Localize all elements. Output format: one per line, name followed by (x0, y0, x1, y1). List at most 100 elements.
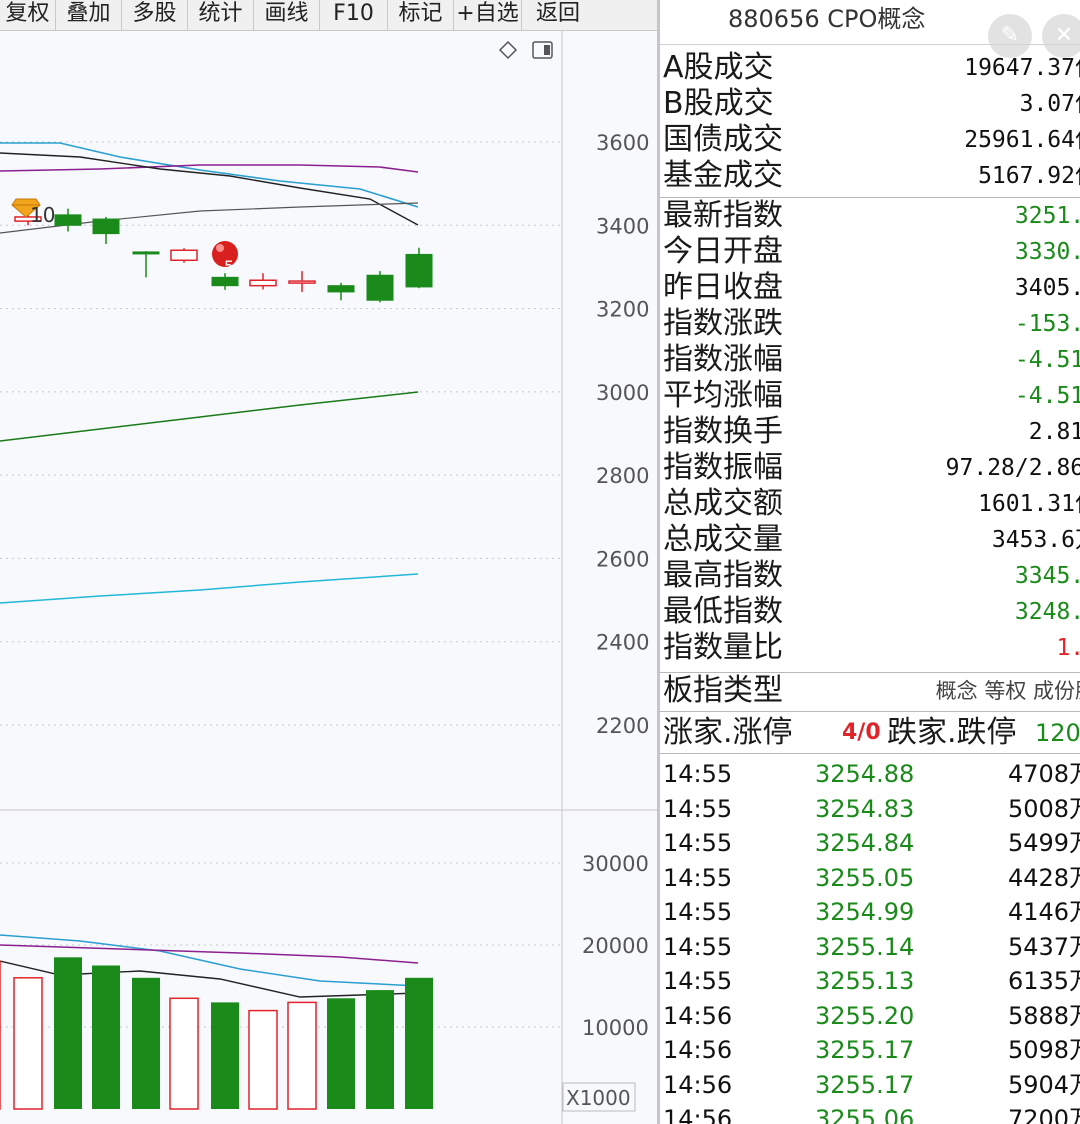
stat-label: 最高指数 (663, 558, 783, 593)
toolbar-button-stats[interactable]: 统计 (188, 0, 254, 30)
toolbar-button-overlay[interactable]: 叠加 (56, 0, 122, 30)
tick-time: 14:55 (663, 760, 733, 788)
stat-value: 3345.8 (1014, 563, 1080, 589)
breadth-row: 涨家.涨停 4/0 跌家.跌停 120 (660, 715, 1080, 751)
stat-value: 3248.5 (1014, 599, 1080, 625)
stat-row: 最高指数 3345.8 (660, 558, 1080, 594)
panel-toggle-icon[interactable] (532, 41, 553, 59)
stat-value: 3330.0 (1014, 239, 1080, 265)
stat-row: 国债成交 25961.64亿 (660, 122, 1080, 158)
toolbar-button-draw[interactable]: 画线 (254, 0, 320, 30)
stat-row: 基金成交 5167.92亿 (660, 158, 1080, 194)
tick-volume: 4708万 (1008, 760, 1080, 788)
tick-price: 3255.06 (815, 1105, 915, 1124)
stat-value: 3405.4 (1014, 275, 1080, 301)
price-axis-label: 3400 (596, 214, 649, 238)
volume-bar (13, 977, 43, 1110)
tick-row: 14:55 3255.13 6135万 (660, 964, 1080, 998)
price-axis-label: 3200 (596, 298, 649, 322)
stat-label: 指数涨幅 (663, 342, 783, 377)
stat-label: 最新指数 (663, 198, 783, 233)
candle[interactable] (170, 248, 198, 263)
tick-price: 3255.17 (815, 1070, 915, 1099)
candle[interactable] (249, 273, 277, 290)
quote-panel: 880656 CPO概念 ✎ ✕ A股成交19647.37亿B股成交3.07亿国… (660, 0, 1080, 1124)
tick-time: 14:55 (663, 794, 733, 823)
tick-volume: 4428万 (1008, 863, 1080, 892)
stat-label: 最低指数 (663, 594, 783, 629)
volume-bar (54, 957, 82, 1109)
kline-chart[interactable]: 10 5 3600 3400 3200 3000 2800 2600 2400 2200 30… (0, 31, 657, 1124)
stat-value: -153.7 (1014, 311, 1080, 337)
candle[interactable] (405, 247, 433, 289)
tick-volume: 4146万 (1008, 898, 1080, 926)
candle[interactable] (92, 216, 120, 245)
tick-volume: 5008万 (1008, 794, 1080, 823)
tick-volume: 6135万 (1008, 967, 1080, 995)
tick-time: 14:56 (663, 1105, 733, 1124)
toolbar-button-multi-stock[interactable]: 多股 (122, 0, 188, 30)
volume-axis-label: 20000 (582, 934, 649, 958)
tick-price: 3254.84 (815, 829, 915, 857)
toolbar-button-add-watchlist[interactable]: +自选 (454, 0, 522, 30)
stat-value: 3251.7 (1014, 203, 1080, 229)
tick-price: 3255.17 (815, 1036, 915, 1064)
tick-price: 3255.20 (815, 1001, 915, 1030)
candle[interactable] (54, 208, 82, 232)
advance-value: 4/0 (842, 720, 881, 745)
tick-volume: 7200万 (1008, 1105, 1080, 1124)
volume-bar (366, 990, 394, 1109)
volume-axis-label: 30000 (582, 852, 649, 876)
advance-label: 涨家.涨停 (663, 715, 793, 750)
stat-row: 最新指数 3251.7 (660, 198, 1080, 234)
price-axis-label: 2600 (596, 547, 649, 571)
red-ball-marker-label: 5 (224, 257, 234, 276)
stat-label: 昨日收盘 (663, 270, 783, 305)
tick-row: 14:56 3255.17 5904万 (660, 1068, 1080, 1102)
volume-axis-label: 10000 (582, 1016, 649, 1040)
candle[interactable] (288, 271, 316, 292)
tick-volume: 5888万 (1008, 1001, 1080, 1030)
tick-time: 14:56 (663, 1036, 733, 1064)
tick-price: 3255.05 (815, 863, 915, 892)
candle[interactable] (366, 271, 394, 303)
kline-chart-area[interactable]: 10 5 3600 3400 3200 3000 2800 2600 2400 2200 30… (0, 31, 657, 1124)
stat-value: 19647.37亿 (964, 55, 1080, 81)
tick-row: 14:55 3255.05 4428万 (660, 861, 1080, 895)
stat-value: 97.28/2.86% (945, 455, 1080, 481)
tick-price: 3254.83 (815, 794, 915, 823)
tick-price: 3254.99 (815, 898, 915, 926)
stat-value: 3.07亿 (1019, 91, 1080, 117)
stat-row: 最低指数 3248.5 (660, 594, 1080, 630)
tick-volume: 5437万 (1008, 932, 1080, 961)
decline-label: 跌家.跌停 (887, 715, 1017, 750)
diamond-icon[interactable] (498, 40, 518, 60)
tick-volume: 5098万 (1008, 1036, 1080, 1064)
tick-time: 14:55 (663, 898, 733, 926)
toolbar-button-back[interactable]: 返回 (522, 0, 594, 30)
board-type-row: 板指类型 概念 等权 成份股 (660, 673, 1080, 709)
stat-value: 5167.92亿 (978, 163, 1080, 189)
candle[interactable] (327, 282, 355, 301)
toolbar-button-mark[interactable]: 标记 (388, 0, 454, 30)
tick-price: 3254.88 (815, 760, 915, 788)
stat-label: A股成交 (663, 50, 774, 85)
tick-time: 14:55 (663, 967, 733, 995)
candle[interactable] (132, 251, 160, 278)
tick-volume: 5904万 (1008, 1070, 1080, 1099)
stat-label: 国债成交 (663, 122, 783, 157)
price-axis-label: 3000 (596, 381, 649, 405)
tick-row: 14:55 3255.14 5437万 (660, 930, 1080, 964)
stat-label: B股成交 (663, 86, 774, 121)
price-axis-label: 2200 (596, 714, 649, 738)
stat-label: 基金成交 (663, 158, 783, 193)
tick-volume: 5499万 (1008, 829, 1080, 857)
toolbar-button-f10[interactable]: F10 (320, 0, 388, 30)
stat-label: 指数换手 (663, 414, 783, 449)
stat-row: 指数涨幅 -4.51% (660, 342, 1080, 378)
price-axis-label: 2400 (596, 631, 649, 655)
stat-row: 总成交额 1601.31亿 (660, 486, 1080, 522)
stat-value: 25961.64亿 (964, 127, 1080, 153)
tick-row: 14:55 3254.83 5008万 (660, 792, 1080, 826)
toolbar-button-fq[interactable]: 复权 (0, 0, 56, 30)
